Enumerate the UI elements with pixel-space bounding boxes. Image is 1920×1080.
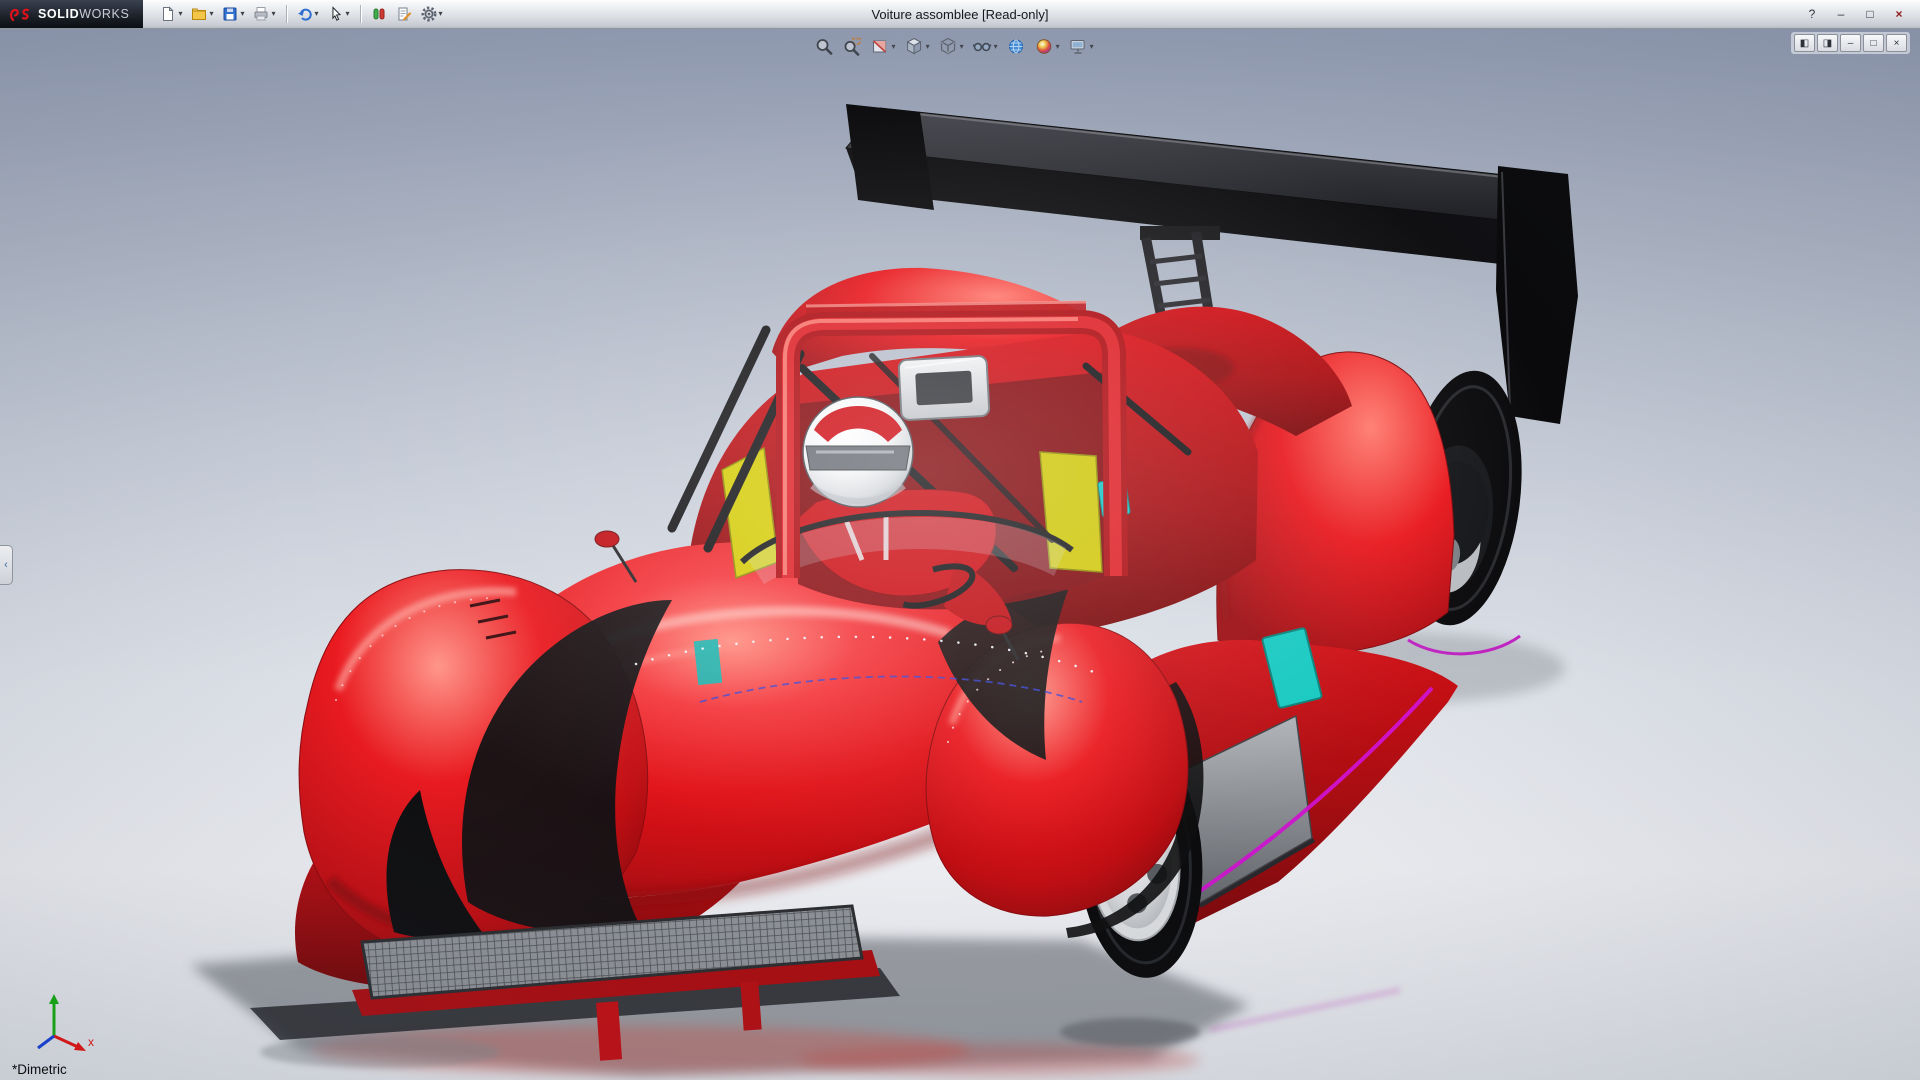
new-document-button[interactable]: ▾ (157, 4, 185, 24)
chevron-down-icon: ▾ (1056, 43, 1060, 51)
section-view-icon (871, 37, 890, 56)
display-style-icon (939, 37, 958, 56)
titlebar: SOLIDWORKS ▾ ▾ ▾ (0, 0, 1920, 29)
print-button[interactable]: ▾ (250, 4, 278, 24)
rebuild-icon (371, 6, 387, 22)
right-pane-toggle-icon[interactable]: ◨ (1817, 34, 1838, 52)
zoom-to-area-button[interactable] (841, 35, 864, 58)
options-button[interactable]: ▾ (418, 4, 446, 24)
view-settings-button[interactable]: ▾ (1067, 35, 1096, 58)
toolbar-separator (286, 5, 287, 23)
window-title: Voiture assomblee [Read-only] (871, 0, 1048, 28)
chevron-down-icon: ▾ (994, 43, 998, 51)
print-icon (253, 6, 269, 22)
zoom-to-area-icon (843, 37, 862, 56)
solidworks-logo-icon (8, 6, 32, 23)
reference-triad[interactable]: x (14, 990, 98, 1054)
section-view-button[interactable]: ▾ (869, 35, 898, 58)
y-axis-arrow (49, 994, 59, 1004)
intake-box (898, 356, 989, 421)
x-axis-label: x (88, 1035, 94, 1049)
select-cursor-icon (328, 6, 344, 22)
save-button[interactable]: ▾ (219, 4, 247, 24)
view-orientation-cube-icon (905, 37, 924, 56)
open-folder-icon (191, 6, 207, 22)
file-properties-button[interactable] (393, 4, 415, 24)
chevron-down-icon: ▾ (439, 10, 443, 18)
chevron-down-icon: ▾ (960, 43, 964, 51)
chevron-down-icon: ▾ (926, 43, 930, 51)
document-window-controls: ◧ ◨ – □ × (1791, 32, 1910, 54)
undo-button[interactable]: ▾ (294, 4, 322, 24)
minimize-button[interactable]: – (1828, 5, 1854, 24)
left-pane-toggle-icon[interactable]: ◧ (1794, 34, 1815, 52)
main-toolbar: ▾ ▾ ▾ ▾ (157, 4, 445, 24)
chevron-down-icon: ▾ (346, 10, 350, 18)
chevron-down-icon: ▾ (240, 10, 244, 18)
teal-panel-left (694, 639, 722, 685)
chevron-down-icon: ▾ (209, 10, 213, 18)
chevron-down-icon: ▾ (271, 10, 275, 18)
headsup-view-toolbar: ▾ ▾ ▾ ▾ (807, 33, 1102, 60)
solidworks-logo: SOLIDWORKS (0, 0, 143, 28)
save-icon (222, 6, 238, 22)
file-properties-icon (396, 6, 412, 22)
display-style-button[interactable]: ▾ (937, 35, 966, 58)
open-document-button[interactable]: ▾ (188, 4, 216, 24)
restore-button[interactable]: □ (1857, 5, 1883, 24)
window-controls: ? – □ × (1799, 5, 1920, 24)
zoom-to-fit-button[interactable] (813, 35, 836, 58)
chevron-down-icon: ▾ (315, 10, 319, 18)
chevron-down-icon: ▾ (1090, 43, 1094, 51)
chevron-down-icon: ▾ (178, 10, 182, 18)
new-document-icon (160, 6, 176, 22)
view-settings-icon (1069, 37, 1088, 56)
collapsed-pane-tab[interactable]: ‹ (0, 545, 13, 585)
edit-appearance-ball-icon (1035, 37, 1054, 56)
3d-viewport[interactable]: ▾ ▾ ▾ ▾ (0, 28, 1920, 1080)
options-gear-icon (421, 6, 437, 22)
x-axis-arrow (74, 1042, 86, 1051)
hide-show-glasses-icon (973, 37, 992, 56)
edit-appearance-button[interactable]: ▾ (1033, 35, 1062, 58)
toolbar-separator (360, 5, 361, 23)
driver-helmet (803, 397, 913, 507)
apply-scene-button[interactable] (1005, 35, 1028, 58)
apply-scene-globe-icon (1007, 37, 1026, 56)
hide-show-items-button[interactable]: ▾ (971, 35, 1000, 58)
document-close-icon[interactable]: × (1886, 34, 1907, 52)
model-canvas[interactable] (0, 28, 1920, 1080)
chevron-down-icon: ▾ (892, 43, 896, 51)
undo-icon (297, 6, 313, 22)
document-minimize-icon[interactable]: – (1840, 34, 1861, 52)
rebuild-button[interactable] (368, 4, 390, 24)
z-axis (38, 1036, 54, 1048)
close-button[interactable]: × (1886, 5, 1912, 24)
view-orientation-label: *Dimetric (12, 1062, 67, 1077)
help-button[interactable]: ? (1799, 5, 1825, 24)
document-restore-icon[interactable]: □ (1863, 34, 1884, 52)
brand-text: SOLIDWORKS (38, 7, 129, 21)
select-button[interactable]: ▾ (325, 4, 353, 24)
view-orientation-button[interactable]: ▾ (903, 35, 932, 58)
zoom-to-fit-icon (815, 37, 834, 56)
